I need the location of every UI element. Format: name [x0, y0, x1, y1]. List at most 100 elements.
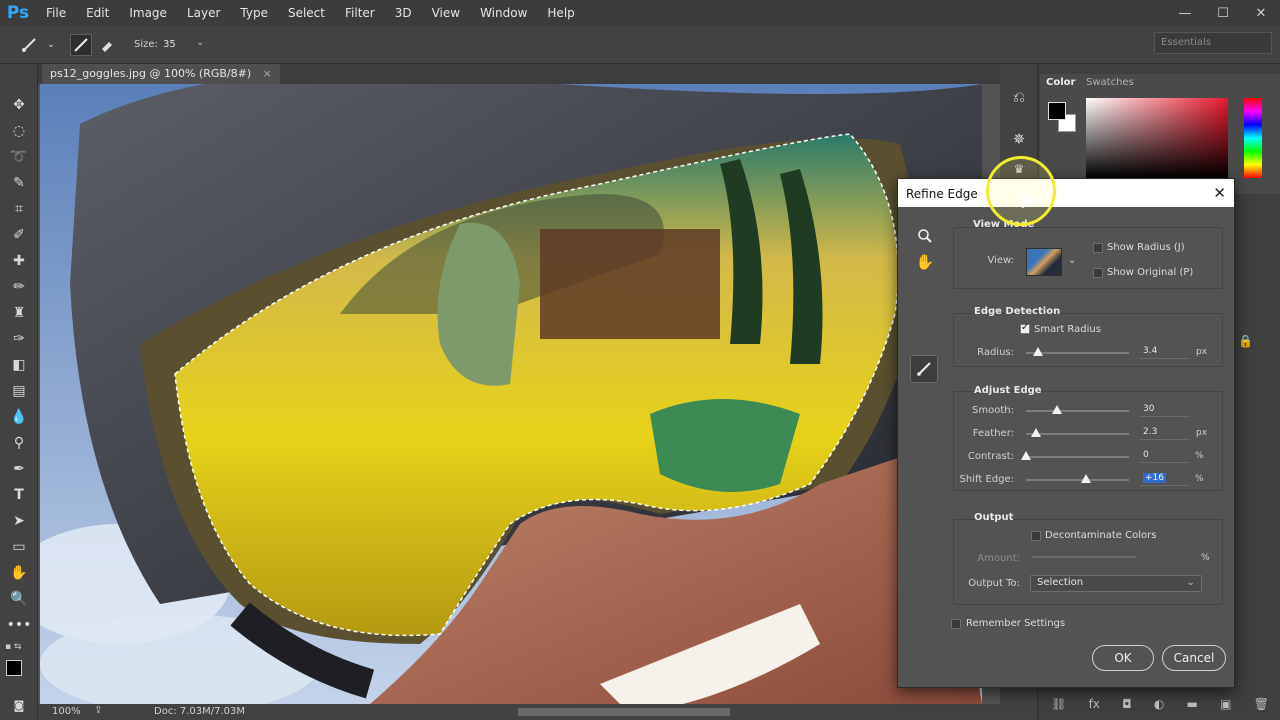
- foreground-color-swatch[interactable]: [6, 660, 22, 676]
- show-original-checkbox[interactable]: [1093, 268, 1103, 278]
- view-mode-thumbnail[interactable]: [1026, 248, 1062, 276]
- hand-icon[interactable]: ✋: [914, 251, 936, 273]
- close-tab-icon[interactable]: ×: [263, 67, 272, 80]
- close-icon[interactable]: ✕: [1213, 184, 1226, 202]
- brush-tool-icon[interactable]: ✏: [8, 276, 30, 298]
- menu-filter[interactable]: Filter: [335, 0, 385, 26]
- menu-edit[interactable]: Edit: [76, 0, 119, 26]
- refine-radius-brush-icon[interactable]: [910, 355, 938, 383]
- contrast-value[interactable]: 0: [1140, 449, 1190, 463]
- hue-slider[interactable]: [1244, 98, 1262, 178]
- tab-color[interactable]: Color: [1046, 77, 1075, 88]
- radius-value[interactable]: 3.4: [1140, 345, 1190, 359]
- eyedropper-tool-icon[interactable]: ✐: [8, 224, 30, 246]
- quick-mask-icon[interactable]: ◙: [8, 694, 30, 716]
- minimize-button[interactable]: —: [1166, 0, 1204, 26]
- feather-slider-track[interactable]: [1026, 433, 1129, 435]
- healing-brush-tool-icon[interactable]: ✚: [8, 250, 30, 272]
- path-selection-tool-icon[interactable]: ➤: [8, 510, 30, 532]
- menu-view[interactable]: View: [422, 0, 470, 26]
- menu-select[interactable]: Select: [278, 0, 335, 26]
- refine-radius-tool-icon[interactable]: [70, 34, 92, 56]
- photoshop-logo[interactable]: Ps: [0, 0, 36, 26]
- output-to-select[interactable]: Selection ⌄: [1030, 575, 1202, 592]
- menu-type[interactable]: Type: [230, 0, 278, 26]
- feather-value[interactable]: 2.3: [1140, 426, 1190, 440]
- amount-slider-track: [1032, 556, 1136, 558]
- zoom-level[interactable]: 100%: [52, 706, 81, 717]
- dodge-tool-icon[interactable]: ⚲: [8, 432, 30, 454]
- show-radius-checkbox[interactable]: [1093, 243, 1103, 253]
- remember-settings-checkbox[interactable]: [951, 619, 961, 629]
- dialog-titlebar[interactable]: Refine Edge ✕: [898, 179, 1234, 207]
- link-layers-icon[interactable]: ⛓: [1051, 697, 1066, 711]
- smooth-value[interactable]: 30: [1140, 403, 1190, 417]
- radius-slider-thumb[interactable]: [1033, 347, 1044, 356]
- export-icon[interactable]: ⇪: [94, 705, 102, 716]
- fx-icon[interactable]: fx: [1089, 697, 1100, 711]
- hand-tool-icon[interactable]: ✋: [8, 562, 30, 584]
- zoom-icon[interactable]: [914, 225, 936, 247]
- rectangle-tool-icon[interactable]: ▭: [8, 536, 30, 558]
- erase-refinements-tool-icon[interactable]: [96, 34, 118, 56]
- menu-window[interactable]: Window: [470, 0, 537, 26]
- remember-settings-label: Remember Settings: [966, 618, 1066, 629]
- close-window-button[interactable]: ✕: [1242, 0, 1280, 26]
- smooth-label: Smooth:: [972, 405, 1014, 416]
- tab-swatches[interactable]: Swatches: [1086, 77, 1134, 88]
- menu-file[interactable]: File: [36, 0, 76, 26]
- new-group-icon[interactable]: ▬: [1187, 697, 1198, 711]
- lock-icon[interactable]: 🔒: [1238, 334, 1253, 348]
- chevron-down-icon[interactable]: ⌄: [40, 34, 62, 56]
- image-canvas[interactable]: [40, 84, 982, 704]
- contrast-slider-thumb[interactable]: [1021, 451, 1031, 460]
- layers-panel-footer: ⛓ fx ◘ ◐ ▬ ▣ 🗑: [1040, 692, 1280, 716]
- smooth-slider-track[interactable]: [1026, 410, 1129, 412]
- horizontal-scrollbar[interactable]: [518, 708, 730, 716]
- smooth-slider-thumb[interactable]: [1051, 405, 1062, 414]
- history-icon[interactable]: ⎌: [1008, 86, 1030, 108]
- document-tab[interactable]: ps12_goggles.jpg @ 100% (RGB/8#) ×: [42, 64, 280, 84]
- feather-slider-thumb[interactable]: [1031, 428, 1042, 437]
- menu-layer[interactable]: Layer: [177, 0, 230, 26]
- trash-icon[interactable]: 🗑: [1254, 697, 1269, 711]
- menu-image[interactable]: Image: [119, 0, 177, 26]
- foreground-color-chip[interactable]: [1048, 102, 1066, 120]
- shift-edge-slider-thumb[interactable]: [1080, 474, 1091, 483]
- chevron-down-icon[interactable]: ⌄: [1068, 255, 1076, 266]
- maximize-button[interactable]: ☐: [1204, 0, 1242, 26]
- move-tool-icon[interactable]: ✥: [8, 94, 30, 116]
- decontaminate-colors-checkbox[interactable]: [1031, 531, 1041, 541]
- shift-edge-slider-track[interactable]: [1026, 479, 1129, 481]
- history-brush-tool-icon[interactable]: ✑: [8, 328, 30, 350]
- chevron-down-icon[interactable]: ⌄: [196, 37, 204, 48]
- pen-tool-icon[interactable]: ✒: [8, 458, 30, 480]
- clone-stamp-tool-icon[interactable]: ♜: [8, 302, 30, 324]
- type-tool-icon[interactable]: T: [8, 484, 30, 506]
- menu-help[interactable]: Help: [537, 0, 584, 26]
- quick-selection-tool-icon[interactable]: ✎: [8, 172, 30, 194]
- adjustment-layer-icon[interactable]: ◐: [1154, 697, 1164, 711]
- eraser-tool-icon[interactable]: ◧: [8, 354, 30, 376]
- gradient-tool-icon[interactable]: ▤: [8, 380, 30, 402]
- swap-colors-icon[interactable]: ▪ ⇆: [5, 642, 33, 652]
- shift-edge-value[interactable]: +16: [1140, 472, 1190, 486]
- blur-tool-icon[interactable]: 💧: [8, 406, 30, 428]
- workspace-switcher[interactable]: Essentials: [1154, 32, 1272, 54]
- size-value[interactable]: 35: [163, 39, 176, 50]
- cancel-button[interactable]: Cancel: [1162, 645, 1226, 671]
- ok-button[interactable]: OK: [1092, 645, 1154, 671]
- contrast-slider-track[interactable]: [1026, 456, 1129, 458]
- color-spectrum-field[interactable]: [1086, 98, 1228, 178]
- add-mask-icon[interactable]: ◘: [1122, 697, 1132, 711]
- lasso-tool-icon[interactable]: ➰: [8, 146, 30, 168]
- zoom-tool-icon[interactable]: 🔍: [8, 588, 30, 610]
- smart-radius-checkbox[interactable]: [1020, 322, 1030, 334]
- brush-preset-icon[interactable]: [18, 34, 40, 56]
- crop-tool-icon[interactable]: ⌗: [8, 198, 30, 220]
- new-layer-icon[interactable]: ▣: [1220, 697, 1231, 711]
- marquee-tool-icon[interactable]: ◌: [8, 120, 30, 142]
- menu-3d[interactable]: 3D: [385, 0, 422, 26]
- adjustments-icon[interactable]: ✵: [1008, 128, 1030, 150]
- more-tools-icon[interactable]: •••: [7, 614, 32, 636]
